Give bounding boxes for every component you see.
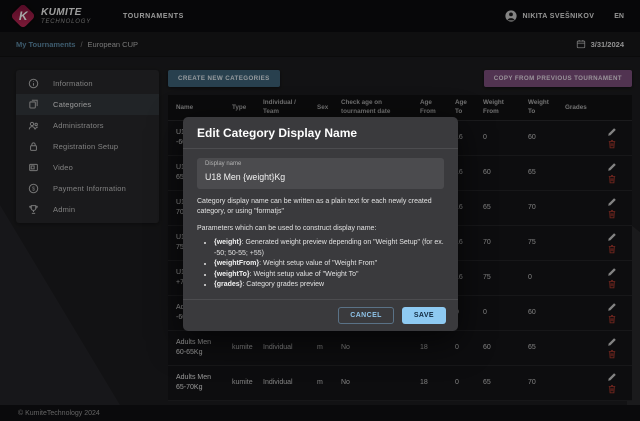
param-key: {weightFrom} (214, 260, 259, 267)
param-desc: : Weight setup value of "Weight To" (250, 271, 359, 278)
display-name-input[interactable] (205, 171, 436, 182)
modal-body: Display name Category display name can b… (183, 149, 458, 299)
param-item: {weight}: Generated weight preview depen… (214, 238, 444, 259)
param-key: {weightTo} (214, 271, 250, 278)
param-desc: : Generated weight preview depending on … (214, 239, 444, 257)
edit-category-display-name-modal: Edit Category Display Name Display name … (183, 117, 458, 331)
display-name-label: Display name (205, 161, 436, 167)
param-desc: : Weight setup value of "Weight From" (259, 260, 377, 267)
modal-description: Category display name can be written as … (197, 197, 444, 217)
cancel-button[interactable]: CANCEL (338, 307, 394, 324)
param-item: {weightTo}: Weight setup value of "Weigh… (214, 270, 444, 281)
param-item: {weightFrom}: Weight setup value of "Wei… (214, 259, 444, 270)
save-button[interactable]: SAVE (402, 307, 446, 324)
param-desc: : Category grades preview (242, 281, 324, 288)
modal-params-intro: Parameters which can be used to construc… (197, 224, 444, 234)
param-key: {weight} (214, 239, 242, 246)
param-item: {grades}: Category grades preview (214, 280, 444, 291)
display-name-field[interactable]: Display name (197, 158, 444, 189)
modal-footer: CANCEL SAVE (183, 299, 458, 331)
modal-title: Edit Category Display Name (183, 117, 458, 149)
modal-params-list: {weight}: Generated weight preview depen… (197, 238, 444, 291)
app-root: K KUMITE TECHNOLOGY TOURNAMENTS NIKITA S… (0, 0, 640, 421)
param-key: {grades} (214, 281, 242, 288)
